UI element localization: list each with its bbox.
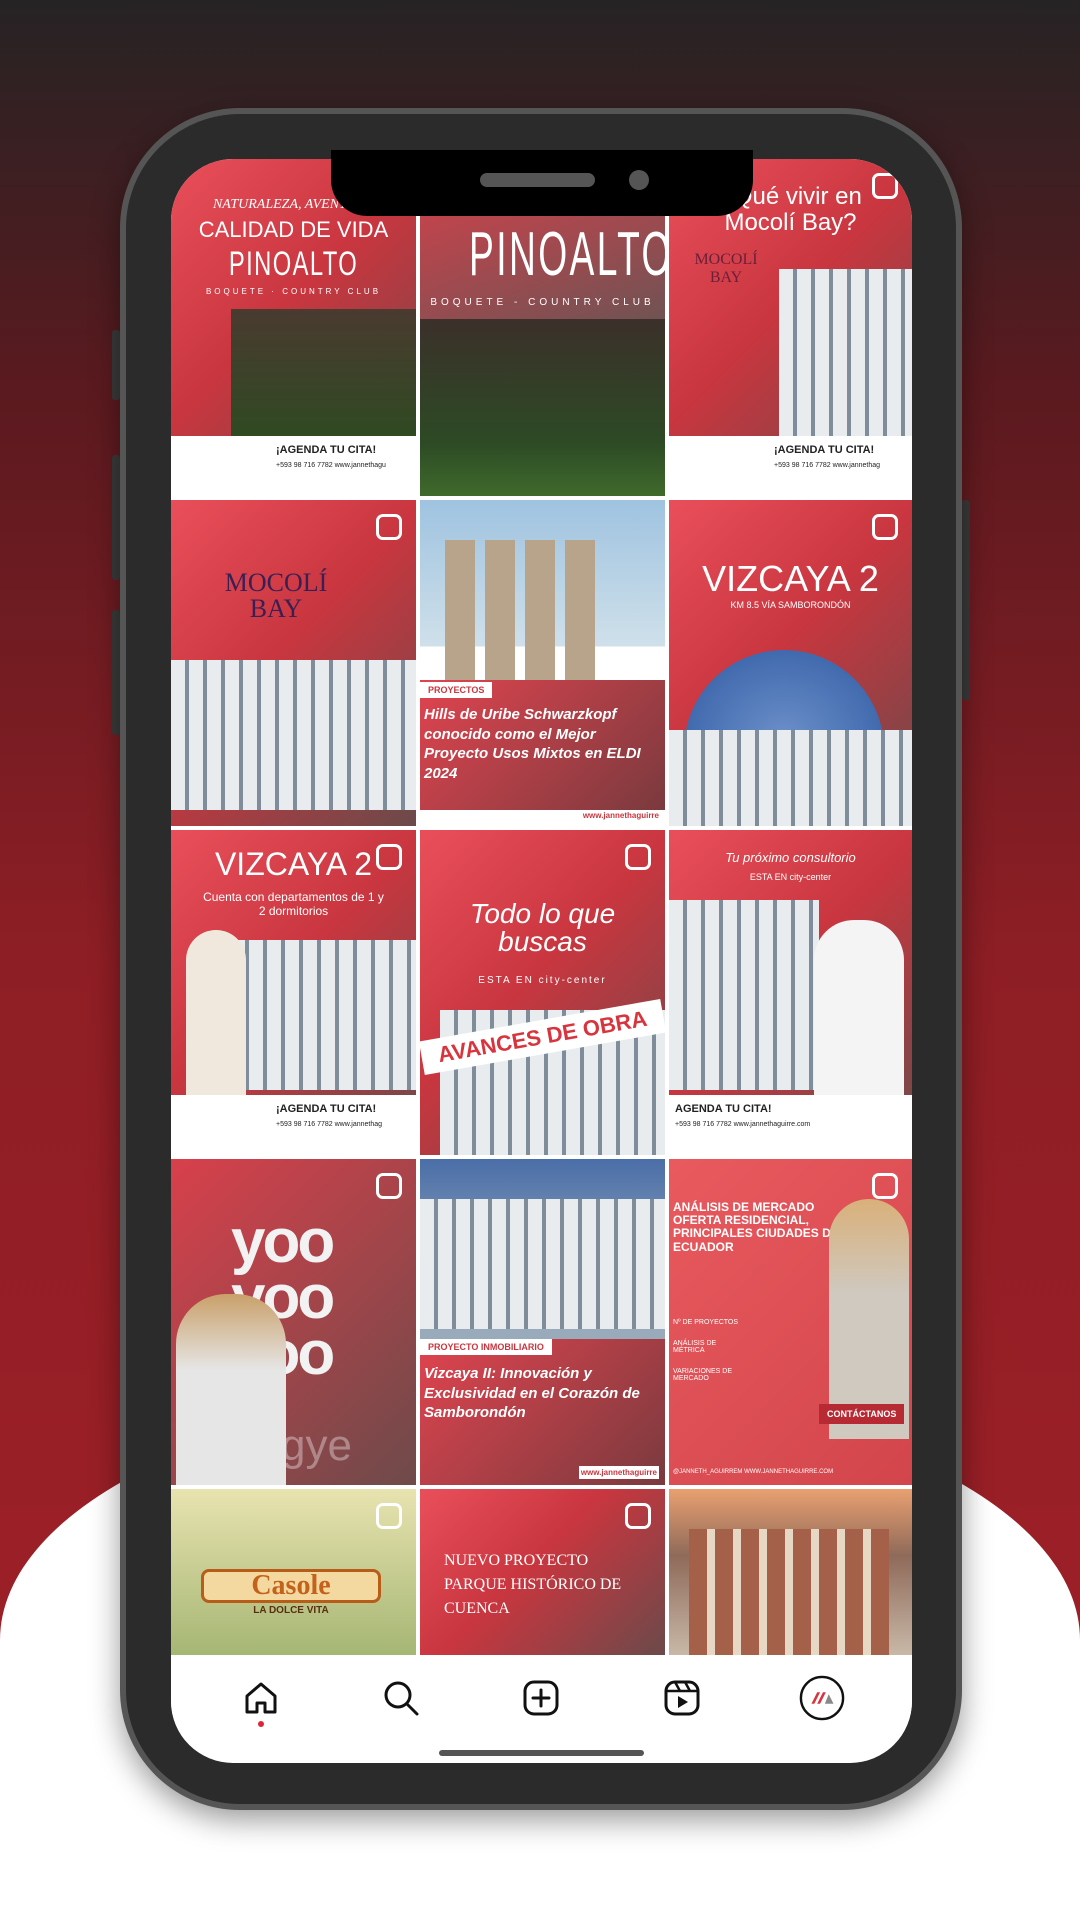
post-title: VIZCAYA 2 — [702, 558, 879, 599]
post-text: Vizcaya II: Innovación y Exclusividad en… — [424, 1365, 640, 1421]
post-url: www.jannethaguirre — [578, 1466, 659, 1479]
post-tile[interactable]: NUEVO PROYECTO PARQUE HISTÓRICO DE CUENC… — [420, 1489, 665, 1656]
post-contact: +593 98 716 7782 www.jannethagu — [276, 462, 386, 469]
post-title: ANÁLISIS DE MERCADO OFERTA RESIDENCIAL, … — [673, 1200, 846, 1254]
post-tile[interactable]: Tu próximo consultorio ESTA EN city-cent… — [669, 830, 912, 1155]
post-photo — [669, 730, 912, 826]
post-cta: ¡AGENDA TU CITA! — [276, 1103, 377, 1115]
post-tile[interactable]: ANÁLISIS DE MERCADO OFERTA RESIDENCIAL, … — [669, 1159, 912, 1485]
post-title: Tu próximo consultorio — [725, 850, 856, 865]
post-photo — [445, 540, 605, 690]
phone-volume-down — [112, 610, 120, 735]
post-tile[interactable]: PROYECTO INMOBILIARIO Vizcaya II: Innova… — [420, 1159, 665, 1485]
post-tile[interactable]: VIZCAYA 2 KM 8.5 VÍA SAMBORONDÓN — [669, 500, 912, 826]
bottom-nav-bar — [171, 1655, 912, 1740]
post-subtitle: Cuenta con departamentos de 1 y 2 dormit… — [203, 890, 384, 918]
phone-power-button — [962, 500, 970, 700]
post-brand: Casole — [201, 1569, 381, 1603]
post-photo — [231, 940, 416, 1090]
post-list-item: VARIACIONES DE MERCADO — [673, 1368, 732, 1382]
post-tile[interactable]: Casole LA DOLCE VITA — [171, 1489, 416, 1656]
post-tile[interactable]: Todo lo que buscas ESTA EN city-center A… — [420, 830, 665, 1155]
home-indicator[interactable] — [439, 1750, 644, 1756]
post-photo — [779, 269, 912, 439]
create-icon[interactable] — [518, 1675, 564, 1721]
post-title: NUEVO PROYECTO PARQUE HISTÓRICO DE CUENC… — [444, 1552, 622, 1617]
post-tag: PROYECTOS — [420, 682, 493, 698]
post-tile[interactable]: MOCOLÍ BAY — [171, 500, 416, 826]
post-photo — [689, 1529, 889, 1656]
post-tile[interactable]: yoo yoo yoo gye — [171, 1159, 416, 1485]
post-text: Hills de Uribe Schwarzkopf conocido como… — [424, 706, 641, 782]
post-cta: ¡AGENDA TU CITA! — [774, 444, 875, 456]
post-photo — [829, 1199, 909, 1439]
home-icon[interactable] — [238, 1675, 284, 1727]
post-title: CALIDAD DE VIDA — [198, 217, 389, 242]
profile-post-grid: NATURALEZA, AVENTURA CALIDAD DE VIDA PIN… — [171, 159, 912, 1656]
phone-screen: NATURALEZA, AVENTURA CALIDAD DE VIDA PIN… — [171, 159, 912, 1763]
post-cta: ¡AGENDA TU CITA! — [276, 444, 377, 456]
phone-speaker — [480, 173, 595, 187]
reels-icon — [625, 844, 651, 870]
post-subtitle: KM 8.5 VÍA SAMBORONDÓN — [730, 600, 851, 610]
post-photo — [420, 1199, 665, 1329]
post-photo — [669, 900, 819, 1090]
post-subtitle: gye — [281, 1421, 352, 1470]
post-brand: MOCOLÍ BAY — [224, 568, 328, 623]
post-brand: MOCOLÍ BAY — [694, 251, 758, 286]
carousel-icon — [872, 1173, 898, 1199]
search-icon[interactable] — [378, 1675, 424, 1721]
reels-icon[interactable] — [659, 1675, 705, 1721]
post-subtitle: BOQUETE · COUNTRY CLUB — [205, 287, 382, 296]
post-tag: PROYECTO INMOBILIARIO — [420, 1339, 552, 1355]
post-subtitle: LA DOLCE VITA — [253, 1605, 329, 1616]
post-title: VIZCAYA 2 — [214, 846, 373, 882]
reels-icon — [376, 1173, 402, 1199]
post-list-item: ANÁLISIS DE MÉTRICA — [673, 1340, 717, 1354]
phone-volume-up — [112, 455, 120, 580]
post-cta: CONTÁCTANOS — [819, 1404, 905, 1424]
post-list-item: Nº DE PROYECTOS — [673, 1319, 739, 1326]
post-cta: AGENDA TU CITA! — [675, 1103, 772, 1115]
post-contact: +593 98 716 7782 www.jannethag — [774, 462, 881, 469]
phone-mute-switch — [112, 330, 120, 400]
reels-icon — [625, 1503, 651, 1529]
post-subtitle: BOQUETE - COUNTRY CLUB — [430, 297, 655, 308]
post-url: www.jannethaguirre — [582, 811, 659, 820]
post-tile[interactable]: VIZCAYA 2 Cuenta con departamentos de 1 … — [171, 830, 416, 1155]
post-contact: @JANNETH_AGUIRREM WWW.JANNETHAGUIRRE.COM — [673, 1469, 834, 1475]
post-photo — [171, 660, 416, 810]
post-subtitle: ESTA EN city-center — [478, 975, 607, 986]
reels-icon — [376, 514, 402, 540]
post-photo — [231, 309, 416, 439]
post-photo — [176, 1294, 286, 1485]
post-contact: +593 98 716 7782 www.jannethaguirre.com — [675, 1121, 811, 1128]
reels-icon — [872, 514, 898, 540]
profile-avatar[interactable] — [799, 1675, 845, 1721]
post-brand: PINOALTO — [228, 245, 359, 283]
reels-icon — [376, 1503, 402, 1529]
post-title: Todo lo que buscas — [469, 898, 616, 957]
post-contact: +593 98 716 7782 www.jannethag — [276, 1121, 383, 1128]
post-photo — [420, 319, 665, 496]
post-tile[interactable] — [669, 1489, 912, 1656]
post-brand: PINOALTO — [469, 220, 665, 289]
front-camera — [629, 170, 649, 190]
post-subtitle: ESTA EN city-center — [749, 872, 832, 882]
post-tile[interactable]: PROYECTOS Hills de Uribe Schwarzkopf con… — [420, 500, 665, 826]
